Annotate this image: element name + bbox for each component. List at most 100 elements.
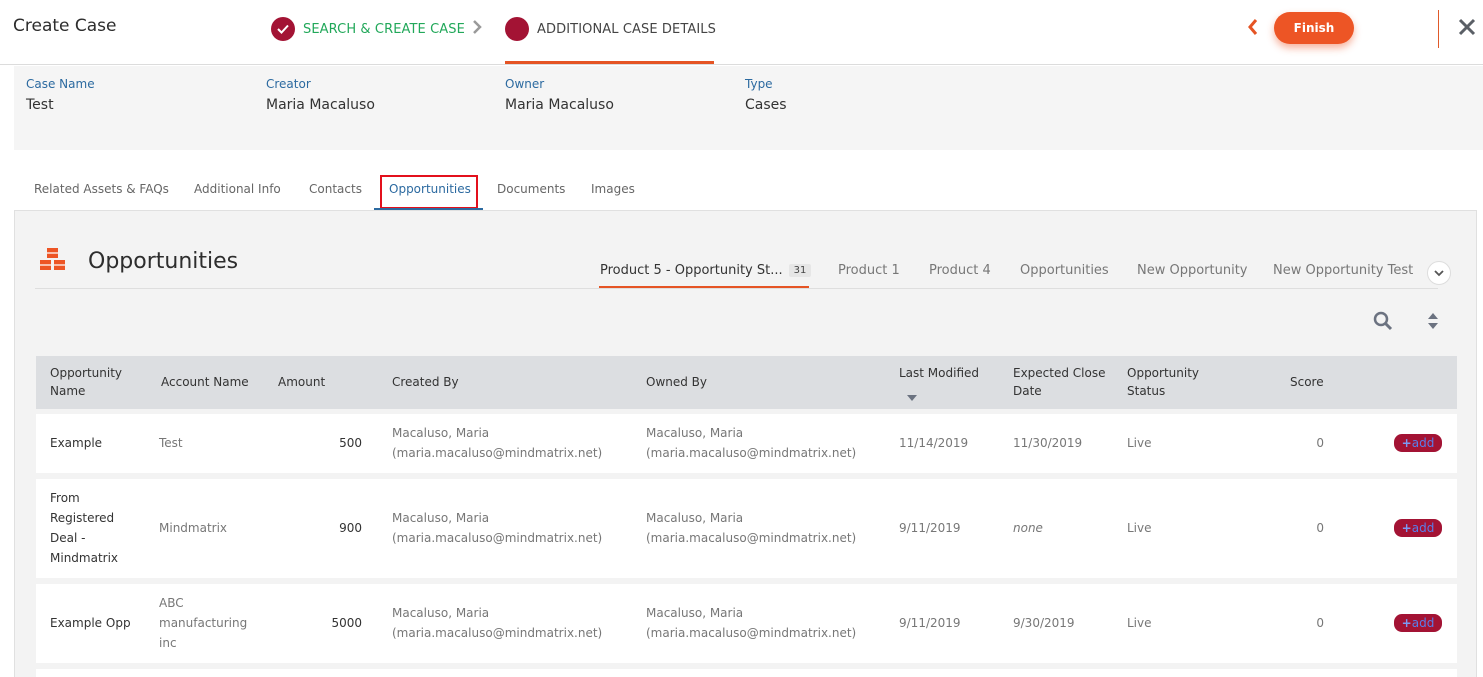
add-button[interactable]: +add xyxy=(1394,519,1442,537)
cell-text: Macaluso, Maria xyxy=(646,606,744,620)
subtab-product-4[interactable]: Product 4 xyxy=(929,263,991,278)
plus-icon: + xyxy=(1401,435,1412,450)
page-title: Create Case xyxy=(13,16,117,36)
table-row[interactable]: Example Test 500 Macaluso, Maria (maria.… xyxy=(36,414,1457,473)
sort-icon[interactable] xyxy=(1427,312,1439,334)
cell-created-by: Macaluso, Maria (maria.macaluso@mindmatr… xyxy=(392,603,602,643)
column-header-account-name[interactable]: Account Name xyxy=(161,373,249,391)
cell-opportunity-name[interactable]: Example Opp xyxy=(50,613,131,633)
cell-opportunity-name[interactable]: Example xyxy=(50,433,102,453)
cell-amount: 500 xyxy=(339,436,362,450)
cell-text: (maria.macaluso@mindmatrix.net) xyxy=(646,531,857,545)
tab-related-assets[interactable]: Related Assets & FAQs xyxy=(34,182,169,196)
plus-icon: + xyxy=(1401,615,1412,630)
tab-opportunities[interactable]: Opportunities xyxy=(389,182,471,196)
chevron-right-icon xyxy=(472,20,482,38)
cell-text: (maria.macaluso@mindmatrix.net) xyxy=(392,446,603,460)
cell-text: (maria.macaluso@mindmatrix.net) xyxy=(392,626,603,640)
cell-account-name: Mindmatrix xyxy=(159,521,228,535)
field-label: Type xyxy=(745,77,773,91)
field-creator: Creator Maria Macaluso xyxy=(266,77,375,113)
cell-last-modified: 9/11/2019 xyxy=(899,521,961,535)
cell-text: Macaluso, Maria xyxy=(392,606,490,620)
cell-text: (maria.macaluso@mindmatrix.net) xyxy=(646,446,857,460)
close-icon[interactable] xyxy=(1458,18,1476,40)
table-row[interactable]: Example Opp ABC manufacturing inc 5000 M… xyxy=(36,584,1457,663)
tab-contacts[interactable]: Contacts xyxy=(309,182,362,196)
subtab-new-opportunity-test[interactable]: New Opportunity Test xyxy=(1273,263,1413,278)
cell-text: Mindmatrix xyxy=(50,551,119,565)
header-text: Opportunity xyxy=(1127,366,1200,380)
field-value: Maria Macaluso xyxy=(505,97,614,113)
cell-status: Live xyxy=(1127,616,1152,630)
add-button[interactable]: +add xyxy=(1394,614,1442,632)
table-header: Opportunity Name Account Name Amount Cre… xyxy=(36,356,1457,409)
column-header-opportunity-status[interactable]: Opportunity Status xyxy=(1127,364,1199,400)
cell-text: Macaluso, Maria xyxy=(392,511,490,525)
cell-owned-by: Macaluso, Maria (maria.macaluso@mindmatr… xyxy=(646,508,856,548)
field-owner: Owner Maria Macaluso xyxy=(505,77,614,113)
subtab-product-1[interactable]: Product 1 xyxy=(838,263,900,278)
subtab-new-opportunity[interactable]: New Opportunity xyxy=(1137,263,1248,278)
cell-expected-close: none xyxy=(1013,521,1043,535)
field-value: Cases xyxy=(745,97,787,113)
add-label: add xyxy=(1411,520,1435,535)
cubes-icon xyxy=(38,247,68,277)
tab-documents[interactable]: Documents xyxy=(497,182,565,196)
subtab-opportunities[interactable]: Opportunities xyxy=(1020,263,1109,278)
header-text: Expected Close xyxy=(1013,366,1106,380)
field-type: Type Cases xyxy=(745,77,787,113)
tab-images[interactable]: Images xyxy=(591,182,635,196)
column-header-opportunity-name[interactable]: Opportunity Name xyxy=(50,364,122,400)
field-value: Maria Macaluso xyxy=(266,97,375,113)
header-divider xyxy=(1438,10,1439,48)
cell-status: Live xyxy=(1127,436,1152,450)
field-label: Owner xyxy=(505,77,545,91)
chevron-down-icon[interactable] xyxy=(1427,261,1451,285)
cell-score: 0 xyxy=(1316,616,1324,630)
cell-text: inc xyxy=(159,636,177,650)
finish-button[interactable]: Finish xyxy=(1274,12,1354,44)
plus-icon: + xyxy=(1401,520,1412,535)
add-button[interactable]: +add xyxy=(1394,434,1442,452)
table-row[interactable]: From Registered Deal - Mindmatrix Mindma… xyxy=(36,479,1457,578)
case-summary: Case Name Test Creator Maria Macaluso Ow… xyxy=(14,66,1483,150)
field-label: Creator xyxy=(266,77,311,91)
step-search-create-case[interactable]: SEARCH & CREATE CASE xyxy=(271,17,465,41)
step-active-underline xyxy=(505,61,714,64)
step-label: ADDITIONAL CASE DETAILS xyxy=(537,21,716,37)
cell-text: From xyxy=(50,491,80,505)
header-text: Date xyxy=(1013,384,1042,398)
table-row[interactable] xyxy=(36,669,1457,677)
cell-created-by: Macaluso, Maria (maria.macaluso@mindmatr… xyxy=(392,423,602,463)
column-header-score[interactable]: Score xyxy=(1290,373,1324,391)
subtab-label: Product 5 - Opportunity St... xyxy=(600,263,783,278)
chevron-left-icon[interactable] xyxy=(1247,17,1259,41)
step-additional-case-details[interactable]: ADDITIONAL CASE DETAILS xyxy=(505,17,716,41)
cell-owned-by: Macaluso, Maria (maria.macaluso@mindmatr… xyxy=(646,603,856,643)
cell-opportunity-name[interactable]: From Registered Deal - Mindmatrix xyxy=(50,488,118,568)
search-icon[interactable] xyxy=(1373,311,1393,335)
tab-additional-info[interactable]: Additional Info xyxy=(194,182,281,196)
column-header-expected-close-date[interactable]: Expected Close Date xyxy=(1013,364,1106,400)
cell-expected-close: 11/30/2019 xyxy=(1013,436,1083,450)
cell-status: Live xyxy=(1127,521,1152,535)
cell-amount: 5000 xyxy=(331,616,362,630)
cell-last-modified: 9/11/2019 xyxy=(899,616,961,630)
header: Create Case SEARCH & CREATE CASE ADDITIO… xyxy=(0,0,1483,65)
check-icon xyxy=(271,17,295,41)
cell-owned-by: Macaluso, Maria (maria.macaluso@mindmatr… xyxy=(646,423,856,463)
field-case-name: Case Name Test xyxy=(26,77,95,113)
column-header-last-modified[interactable]: Last Modified xyxy=(899,364,979,406)
cell-text: ABC xyxy=(159,596,184,610)
cell-expected-close: 9/30/2019 xyxy=(1013,616,1075,630)
column-header-owned-by[interactable]: Owned By xyxy=(646,373,707,391)
cell-account-name: ABC manufacturing inc xyxy=(159,593,247,653)
sort-desc-icon xyxy=(899,382,979,406)
add-label: add xyxy=(1411,435,1435,450)
column-header-created-by[interactable]: Created By xyxy=(392,373,459,391)
cell-created-by: Macaluso, Maria (maria.macaluso@mindmatr… xyxy=(392,508,602,548)
column-header-amount[interactable]: Amount xyxy=(278,373,325,391)
cell-text: (maria.macaluso@mindmatrix.net) xyxy=(646,626,857,640)
subtab-product-5[interactable]: Product 5 - Opportunity St... 31 xyxy=(600,263,812,278)
